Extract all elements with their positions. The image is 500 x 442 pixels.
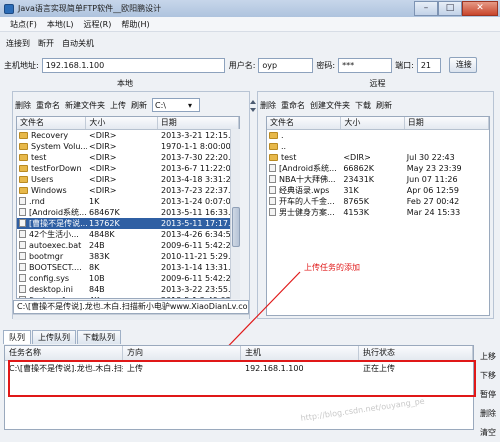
queue-side-buttons: 上移 下移 暂停 删除 清空 — [476, 347, 500, 442]
pause-button[interactable]: 暂停 — [476, 385, 500, 404]
clear-queue-button[interactable]: 清空 — [476, 423, 500, 442]
queue-col-task[interactable]: 任务名称 — [5, 346, 123, 360]
tab-upload-queue[interactable]: 上传队列 — [32, 330, 76, 344]
move-up-button[interactable]: 上移 — [476, 347, 500, 366]
tab-download-queue[interactable]: 下载队列 — [77, 330, 121, 344]
move-down-button[interactable]: 下移 — [476, 366, 500, 385]
annotation-highlight-box — [8, 360, 476, 397]
queue-col-direction[interactable]: 方向 — [123, 346, 241, 360]
queue-tabs: 队列 上传队列 下载队列 — [3, 330, 122, 344]
tab-queue[interactable]: 队列 — [3, 330, 31, 344]
delete-task-button[interactable]: 删除 — [476, 404, 500, 423]
queue-table-header: 任务名称 方向 主机 执行状态 — [5, 346, 473, 361]
annotation-text: 上传任务的添加 — [304, 263, 360, 272]
ftp-window: Java语言实现简单FTP软件__欧阳鹏设计 – □ ✕ 站点(F) 本地(L)… — [0, 0, 500, 437]
queue-col-status[interactable]: 执行状态 — [359, 346, 473, 360]
queue-col-host[interactable]: 主机 — [241, 346, 359, 360]
